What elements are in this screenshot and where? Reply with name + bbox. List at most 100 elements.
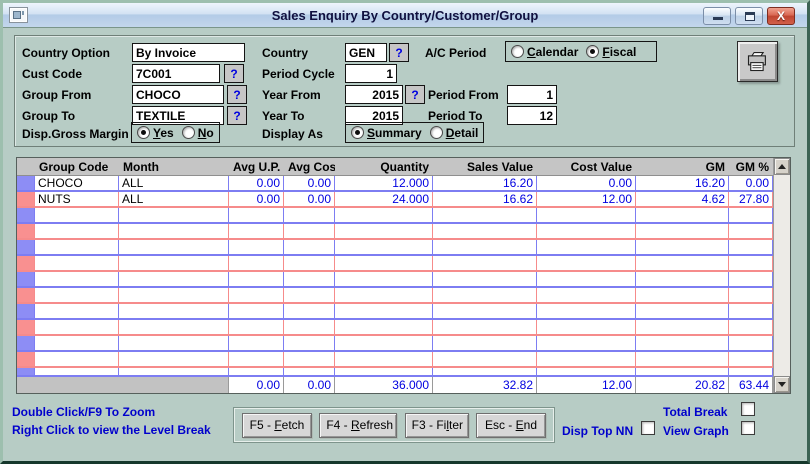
cell [537, 224, 636, 238]
table-row[interactable] [17, 240, 773, 256]
totals-blank-area [17, 377, 229, 393]
table-row[interactable] [17, 288, 773, 304]
country-option-input[interactable]: By Invoice [132, 43, 245, 62]
radio-option-calendar[interactable]: Calendar [511, 45, 578, 59]
arrow-up-icon [778, 164, 786, 169]
period-cycle-input[interactable]: 1 [345, 64, 397, 83]
maximize-button[interactable] [735, 7, 763, 25]
header-indicator-spacer [17, 158, 35, 175]
period-from-input[interactable]: 1 [507, 85, 557, 104]
total-break-checkbox[interactable] [741, 402, 755, 416]
totals-cell: 20.82 [636, 377, 729, 393]
fetch-button[interactable]: F5 - Fetch [242, 413, 312, 438]
cust-code-input[interactable]: 7C001 [132, 64, 220, 83]
table-row[interactable]: CHOCOALL0.000.0012.00016.200.0016.200.00 [17, 176, 773, 192]
radio-circle-yes [137, 126, 150, 139]
radio-option-no[interactable]: No [182, 126, 214, 140]
country-help-button[interactable]: ? [389, 43, 409, 62]
window-title: Sales Enquiry By Country/Customer/Group [3, 8, 807, 23]
cell [284, 320, 335, 334]
table-row[interactable] [17, 320, 773, 336]
cell [433, 352, 537, 366]
cell [433, 240, 537, 254]
year-to-label: Year To [262, 106, 304, 125]
radio-option-yes[interactable]: Yes [137, 126, 174, 140]
row-indicator [17, 272, 35, 286]
cell [284, 208, 335, 222]
cell [119, 256, 229, 270]
filter-button[interactable]: F3 - Filter [405, 413, 469, 438]
view-graph-checkbox[interactable] [741, 421, 755, 435]
cell: 16.20 [433, 176, 537, 190]
cell [636, 368, 729, 375]
cell: 12.000 [335, 176, 433, 190]
close-button[interactable]: X [767, 7, 795, 25]
table-row[interactable] [17, 304, 773, 320]
table-row[interactable] [17, 256, 773, 272]
column-header-cost-value: Cost Value [537, 160, 636, 174]
window-icon[interactable] [9, 7, 28, 23]
cell [433, 208, 537, 222]
results-grid: Group CodeMonthAvg U.P.Avg CostQuantityS… [16, 157, 791, 394]
disp-gross-margin-label: Disp.Gross Margin [22, 124, 129, 143]
cust-code-help-button[interactable]: ? [224, 64, 244, 83]
group-from-help-button[interactable]: ? [227, 85, 247, 104]
cell [119, 304, 229, 318]
column-header-sales-value: Sales Value [433, 160, 537, 174]
cell [636, 240, 729, 254]
grid-header: Group CodeMonthAvg U.P.Avg CostQuantityS… [17, 158, 773, 176]
country-label: Country [262, 43, 308, 62]
country-input[interactable]: GEN [345, 43, 387, 62]
hint-zoom: Double Click/F9 To Zoom [12, 405, 155, 419]
minimize-button[interactable] [703, 7, 731, 25]
cust-code-label: Cust Code [22, 64, 82, 83]
cell [537, 256, 636, 270]
cell [636, 208, 729, 222]
radio-option-fiscal[interactable]: Fiscal [586, 45, 636, 59]
year-from-input[interactable]: 2015 [345, 85, 403, 104]
cell [729, 272, 773, 286]
cell [537, 208, 636, 222]
cell: 12.00 [537, 192, 636, 206]
vertical-scrollbar[interactable] [773, 158, 790, 393]
table-row[interactable] [17, 352, 773, 368]
group-from-input[interactable]: CHOCO [132, 85, 224, 104]
scroll-up-button[interactable] [774, 158, 790, 175]
year-from-help-button[interactable]: ? [405, 85, 425, 104]
cell [335, 304, 433, 318]
refresh-button[interactable]: F4 - Refresh [319, 413, 397, 438]
print-button[interactable] [737, 41, 778, 82]
radio-option-summary[interactable]: Summary [351, 126, 422, 140]
row-indicator [17, 304, 35, 318]
cell [284, 272, 335, 286]
cell: 16.20 [636, 176, 729, 190]
scroll-down-button[interactable] [774, 376, 790, 393]
cell: 0.00 [537, 176, 636, 190]
minimize-icon [713, 17, 723, 20]
table-row[interactable]: NUTSALL0.000.0024.00016.6212.004.6227.80 [17, 192, 773, 208]
cell [35, 336, 119, 350]
cell [729, 288, 773, 302]
radio-circle-summary [351, 126, 364, 139]
table-row[interactable] [17, 368, 773, 375]
cell [284, 304, 335, 318]
table-row[interactable] [17, 224, 773, 240]
cell [284, 336, 335, 350]
period-to-input[interactable]: 12 [507, 106, 557, 125]
end-button[interactable]: Esc - End [476, 413, 546, 438]
country-option-label: Country Option [22, 43, 110, 62]
table-row[interactable] [17, 208, 773, 224]
cell [433, 368, 537, 375]
cell [335, 272, 433, 286]
group-to-help-button[interactable]: ? [227, 106, 247, 125]
view-graph-label: View Graph [663, 424, 729, 438]
cell [229, 240, 284, 254]
maximize-icon [745, 12, 755, 21]
radio-label-summary: Summary [367, 126, 422, 140]
cell [433, 304, 537, 318]
table-row[interactable] [17, 272, 773, 288]
radio-option-detail[interactable]: Detail [430, 126, 479, 140]
disp-top-nn-checkbox[interactable] [641, 421, 655, 435]
table-row[interactable] [17, 336, 773, 352]
cell [35, 208, 119, 222]
